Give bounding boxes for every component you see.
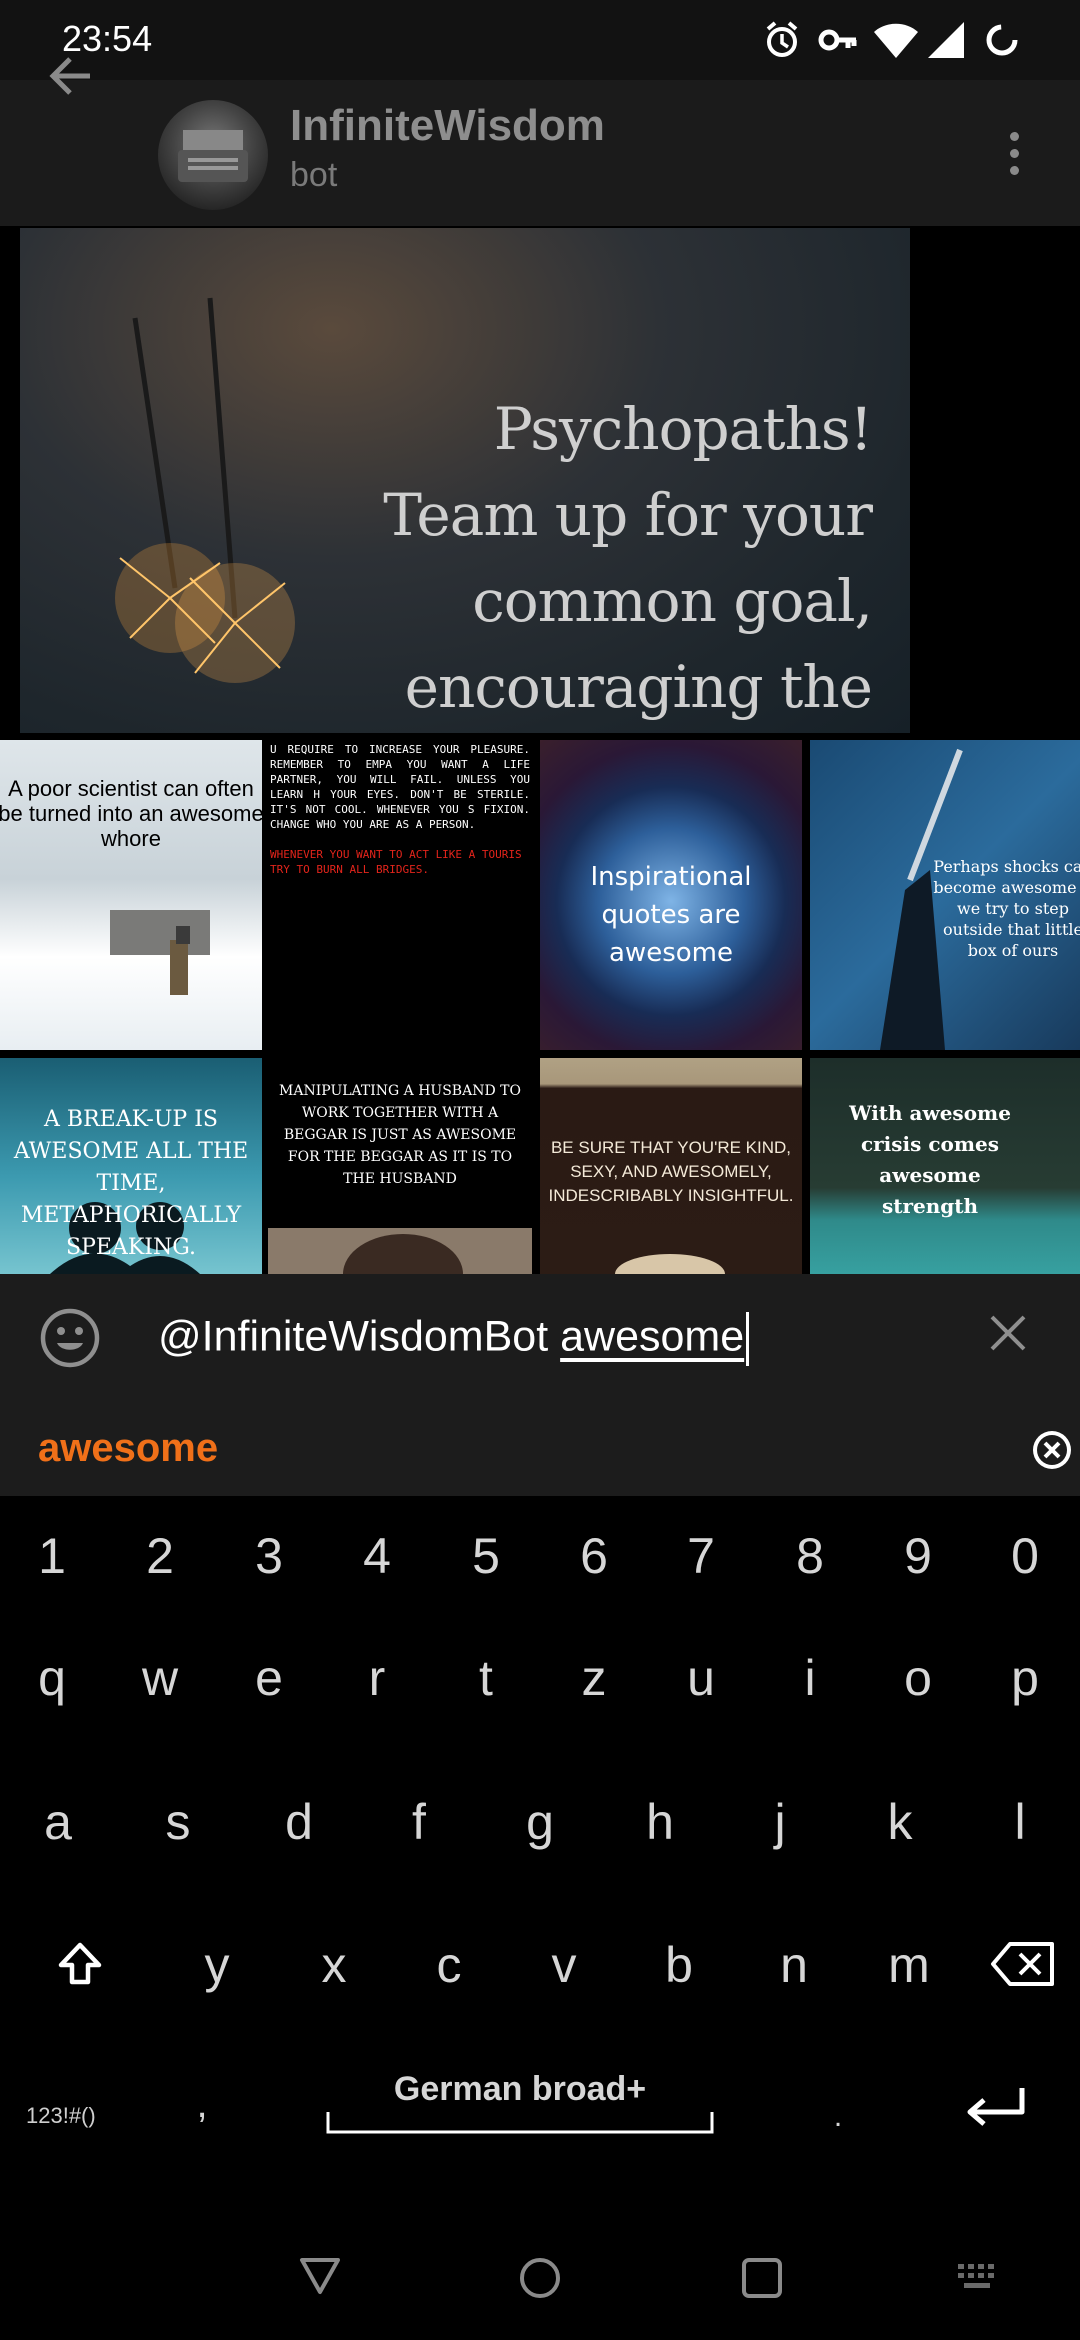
tile-caption: MANIPULATING A HUSBAND TO WORK TOGETHER … (279, 1083, 521, 1187)
key-z[interactable]: z (554, 1649, 634, 1707)
hero-line: Psychopaths! (493, 395, 873, 463)
key-k[interactable]: k (860, 1793, 940, 1851)
close-circle-icon[interactable] (1030, 1428, 1074, 1472)
wifi-icon (874, 23, 918, 58)
key-r[interactable]: r (337, 1649, 417, 1707)
key-8[interactable]: 8 (770, 1527, 850, 1585)
bot-title: InfiniteWisdom (290, 101, 605, 150)
tile-highlight: WHENEVER YOU WANT TO ACT LIKE A TOURIS T… (270, 848, 522, 876)
hero-line: Team up for your (383, 481, 873, 549)
result-spacer (912, 228, 1080, 733)
hero-caption: Psychopaths! Team up for your common goa… (383, 386, 873, 730)
shift-icon[interactable] (55, 1940, 105, 1990)
battery-charging-icon (986, 24, 1018, 56)
key-m[interactable]: m (869, 1936, 949, 1994)
key-f[interactable]: f (379, 1793, 459, 1851)
key-x[interactable]: x (294, 1936, 374, 1994)
hero-line: common goal, (472, 567, 873, 635)
result-tile[interactable]: U REQUIRE TO INCREASE YOUR PLEASURE. REM… (268, 740, 532, 1050)
key-j[interactable]: j (740, 1793, 820, 1851)
result-hero-image[interactable]: Psychopaths! Team up for your common goa… (20, 228, 910, 733)
enter-icon[interactable] (964, 2084, 1028, 2128)
tile-caption: Inspirational quotes are awesome (590, 862, 752, 968)
key-p[interactable]: p (985, 1649, 1065, 1707)
key-0[interactable]: 0 (985, 1527, 1065, 1585)
tile-caption: U REQUIRE TO INCREASE YOUR PLEASURE. REM… (270, 743, 530, 831)
key-e[interactable]: e (229, 1649, 309, 1707)
message-input[interactable]: @InfiniteWisdomBot awesome (158, 1312, 750, 1366)
recents-square-icon[interactable] (740, 2256, 784, 2300)
key-i[interactable]: i (770, 1649, 850, 1707)
key-a[interactable]: a (18, 1793, 98, 1851)
result-tile[interactable]: BE SURE THAT YOU'RE KIND, SEXY, AND AWES… (540, 1058, 802, 1274)
tile-caption: With awesome crisis comes awesome streng… (849, 1101, 1011, 1218)
back-triangle-icon[interactable] (298, 2256, 342, 2296)
key-y[interactable]: y (177, 1936, 257, 1994)
result-tile[interactable]: With awesome crisis comes awesome streng… (810, 1058, 1080, 1274)
key-7[interactable]: 7 (661, 1527, 741, 1585)
bot-subtitle: bot (290, 156, 338, 194)
result-tile[interactable]: A BREAK-UP IS AWESOME ALL THE TIME, META… (0, 1058, 262, 1274)
key-c[interactable]: c (409, 1936, 489, 1994)
backspace-icon[interactable] (990, 1940, 1056, 1988)
result-tile[interactable]: Inspirational quotes are awesome (540, 740, 802, 1050)
key-4[interactable]: 4 (337, 1527, 417, 1585)
key-d[interactable]: d (259, 1793, 339, 1851)
home-circle-icon[interactable] (518, 2256, 562, 2300)
result-tile[interactable]: MANIPULATING A HUSBAND TO WORK TOGETHER … (268, 1058, 532, 1274)
suggestion-word[interactable]: awesome (38, 1426, 218, 1471)
key-s[interactable]: s (138, 1793, 218, 1851)
key-3[interactable]: 3 (229, 1527, 309, 1585)
tile-caption: A BREAK-UP IS AWESOME ALL THE TIME, META… (13, 1107, 249, 1260)
key-o[interactable]: o (878, 1649, 958, 1707)
symbols-key[interactable]: 123!#() (26, 2103, 96, 2129)
key-g[interactable]: g (500, 1793, 580, 1851)
signal-icon (928, 22, 964, 58)
hero-line: encouraging the (404, 653, 873, 721)
tile-caption: A poor scientist can often be turned int… (0, 776, 262, 851)
tile-caption: BE SURE THAT YOU'RE KIND, SEXY, AND AWES… (548, 1138, 794, 1205)
result-tile[interactable]: Perhaps shocks can become awesome if we … (810, 740, 1080, 1050)
navigation-bar (0, 2136, 1080, 2340)
back-arrow-icon[interactable] (40, 43, 106, 109)
inline-results-grid: Psychopaths! Team up for your common goa… (0, 226, 1080, 1274)
key-6[interactable]: 6 (554, 1527, 634, 1585)
key-u[interactable]: u (661, 1649, 741, 1707)
key-h[interactable]: h (620, 1793, 700, 1851)
query-term: awesome (560, 1312, 745, 1361)
key-n[interactable]: n (754, 1936, 834, 1994)
avatar[interactable] (158, 100, 268, 210)
result-tile[interactable]: A poor scientist can often be turned int… (0, 740, 262, 1050)
overflow-menu-icon[interactable] (1000, 126, 1030, 182)
key-1[interactable]: 1 (12, 1527, 92, 1585)
alarm-icon (766, 21, 798, 57)
emoji-icon[interactable] (38, 1306, 102, 1370)
space-key-label: German broad+ (393, 2070, 647, 2108)
tile-caption: Perhaps shocks can become awesome if we … (933, 857, 1080, 960)
key-v[interactable]: v (524, 1936, 604, 1994)
key-5[interactable]: 5 (446, 1527, 526, 1585)
key-9[interactable]: 9 (878, 1527, 958, 1585)
query-username: @InfiniteWisdomBot (158, 1312, 549, 1361)
clear-icon[interactable] (988, 1313, 1028, 1353)
text-cursor (746, 1312, 750, 1366)
key-q[interactable]: q (12, 1649, 92, 1707)
key-2[interactable]: 2 (120, 1527, 200, 1585)
key-b[interactable]: b (639, 1936, 719, 1994)
key-t[interactable]: t (446, 1649, 526, 1707)
key-l[interactable]: l (980, 1793, 1060, 1851)
vpn-key-icon (818, 29, 857, 51)
key-w[interactable]: w (120, 1649, 200, 1707)
keyboard-switch-icon[interactable] (956, 2262, 1000, 2292)
key-comma[interactable]: , (162, 2082, 242, 2127)
key-period[interactable]: . (798, 2100, 878, 2134)
